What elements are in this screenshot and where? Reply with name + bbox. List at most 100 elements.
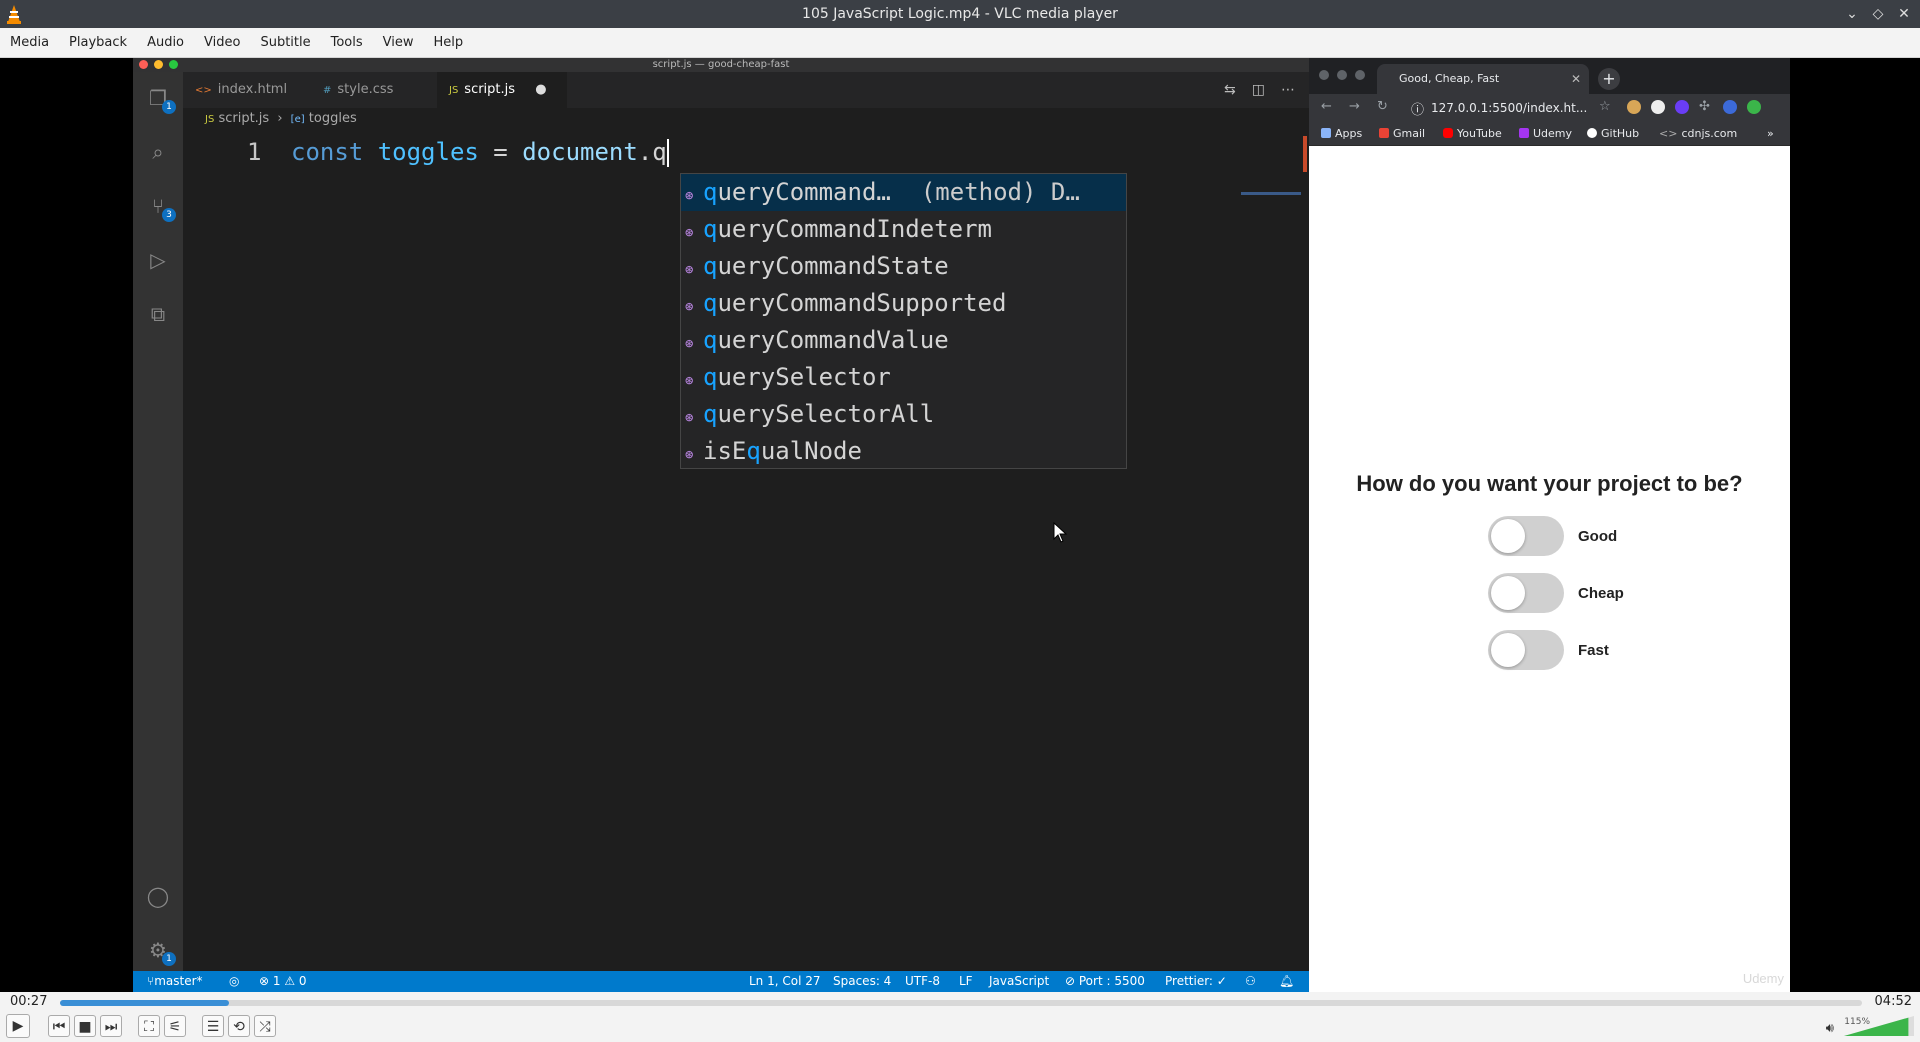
suggestion-item[interactable]: ⊛ queryCommandIndeterm [681,211,1126,248]
toggle-good: Good [1488,516,1617,556]
code-operator: = [478,138,523,166]
suggestion-widget: ⊛ queryCommand… (method) D… ⊛ queryCommandI… [680,173,1127,469]
toggle-switch [1488,573,1564,613]
extensions-puzzle-icon: ✣ [1699,99,1710,114]
line-number: 1 [247,138,262,166]
menu-video[interactable]: Video [194,28,250,57]
loop-button[interactable]: ⟲ [228,1015,250,1037]
suggestion-item[interactable]: ⊛ queryCommandSupported [681,285,1126,322]
time-total: 04:52 [1874,994,1912,1009]
code-keyword: const [291,138,364,166]
html-file-icon: <> [195,85,212,96]
cursor-position: Ln 1, Col 27 [749,974,821,988]
suggestion-item[interactable]: ⊛ querySelector [681,359,1126,396]
seek-bar[interactable] [60,1000,1862,1006]
suggestion-item[interactable]: ⊛ queryCommandValue [681,322,1126,359]
reload-icon: ↻ [1377,99,1388,114]
breadcrumb-symbol: toggles [308,111,357,126]
previous-button[interactable]: ⏮ [48,1015,70,1037]
toggle-switch [1488,630,1564,670]
menu-media[interactable]: Media [0,28,59,57]
suggestion-item[interactable]: ⊛ querySelectorAll [681,396,1126,433]
vscode-window-title: script.js — good-cheap-fast [652,59,790,70]
eol-status: LF [959,974,973,988]
suggestion-rest: ueryCommand… [717,178,891,206]
mac-close-dot [1319,70,1329,80]
suggestion-item[interactable]: ⊛ queryCommand… (method) D… [681,174,1126,211]
next-button[interactable]: ⏭ [100,1015,122,1037]
js-file-icon: JS [449,85,459,96]
method-icon: ⊛ [685,336,694,352]
browser-tab-strip: Good, Cheap, Fast ✕ + [1309,58,1790,94]
close-icon[interactable]: ✕ [1896,4,1912,24]
address-bar: 127.0.0.1:5500/index.ht... [1431,101,1588,115]
vscode-title-bar: script.js — good-cheap-fast [133,58,1309,72]
explorer-icon: ❐ 1 [146,86,176,114]
maximize-icon[interactable]: ◇ [1870,4,1886,24]
page-heading: How do you want your project to be? [1356,471,1743,496]
suggestion-match: q [703,400,718,428]
code-object: document [522,138,638,166]
split-editor-icon: ◫ [1251,82,1265,98]
suggestion-item[interactable]: ⊛ queryCommandState [681,248,1126,285]
code-brackets-icon: <> [1659,127,1678,140]
toggle-label: Good [1578,527,1618,545]
extension-icon [1651,100,1665,114]
method-icon: ⊛ [685,188,694,204]
tab-script-js: JS script.js ● [437,72,567,108]
fullscreen-button[interactable]: ⛶ [138,1015,160,1037]
settings-badge: 1 [162,952,176,966]
suggestion-rest: ueryCommandValue [717,326,949,354]
extension-icon [1627,100,1641,114]
mac-minimize-dot [154,60,163,69]
code-variable: toggles [377,138,479,166]
play-button[interactable]: ▶ [6,1014,30,1038]
branch-name: master* [154,974,203,988]
bookmark-label: GitHub [1601,127,1640,140]
menu-playback[interactable]: Playback [59,28,137,57]
branch-status: ⑂ master* [147,971,203,992]
menu-subtitle[interactable]: Subtitle [250,28,320,57]
editor-tabs: <> index.html # style.css JS script.js ● ⇆ … [183,72,1309,108]
tab-label: style.css [337,82,394,97]
bookmark-label: Apps [1335,127,1363,140]
forward-arrow-icon: → [1349,99,1360,114]
stop-button[interactable]: ■ [74,1015,96,1037]
source-control-badge: 3 [162,208,176,222]
suggestion-rest: ueryCommandIndeterm [717,215,992,243]
open-changes-icon: ⇆ [1224,82,1236,98]
suggestion-rest: ueryCommandSupported [717,289,1007,317]
speaker-icon[interactable]: 🔊︎ [1826,1021,1834,1036]
suggestion-prefix: isE [703,437,747,465]
explorer-badge: 1 [162,100,176,114]
new-tab-plus-icon: + [1598,68,1620,90]
volume-level [1844,1017,1909,1036]
playlist-button[interactable]: ☰ [202,1015,224,1037]
window-title: 105 JavaScript Logic.mp4 - VLC media pla… [802,6,1118,22]
shuffle-button[interactable]: ⤮ [254,1015,276,1037]
code-rest: .q [637,138,667,166]
menu-tools[interactable]: Tools [321,28,373,57]
menu-view[interactable]: View [373,28,424,57]
suggestion-rest: uerySelectorAll [717,400,935,428]
live-server-port: ⊘ Port : 5500 [1065,974,1145,988]
browser-tab-title: Good, Cheap, Fast [1399,72,1500,85]
indentation-status: Spaces: 4 [833,974,892,988]
minimize-icon[interactable]: ⌄ [1844,4,1860,24]
problems-status: ⊗ 1 ⚠ 0 [259,974,307,988]
scrollbar-error-marker [1303,136,1307,172]
toggle-label: Cheap [1578,584,1624,602]
suggestion-match: q [703,289,718,317]
menu-help[interactable]: Help [424,28,474,57]
bookmark-udemy: Udemy [1519,127,1572,140]
video-frame[interactable]: script.js — good-cheap-fast ❐ 1 ⌕ ⑂ 3 ▷ ⧉ … [0,58,1920,992]
suggestion-item[interactable]: ⊛ isEqualNode [681,433,1126,470]
menu-audio[interactable]: Audio [137,28,194,57]
mac-minimize-dot [1337,70,1347,80]
suggestion-rest: uerySelector [717,363,891,391]
activity-bar: ❐ 1 ⌕ ⑂ 3 ▷ ⧉ ◯ ⚙ 1 [133,72,183,971]
suggestion-rest: ueryCommandState [717,252,949,280]
extended-settings-button[interactable]: ⚟ [164,1015,186,1037]
tab-label: script.js [464,82,516,97]
volume-slider[interactable] [1844,1016,1914,1036]
